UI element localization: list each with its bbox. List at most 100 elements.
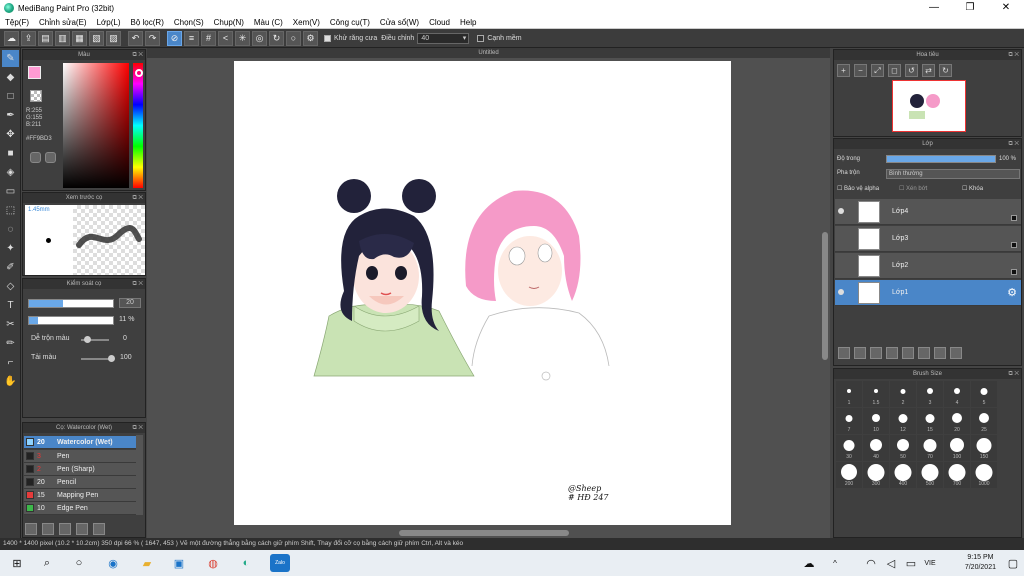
save-icon[interactable]: ▦	[72, 30, 87, 46]
brush-size-cell[interactable]: 1.5	[863, 381, 889, 407]
snap-parallel-icon[interactable]: ≡	[184, 30, 199, 46]
layer-row[interactable]: Lớp2	[835, 253, 1021, 279]
panel-close-icon[interactable]: ⧉ ✕	[132, 50, 143, 60]
menu-layer[interactable]: Lớp(L)	[92, 18, 126, 27]
background-color-swatch[interactable]	[30, 90, 42, 102]
fit-icon[interactable]: ⤢	[871, 64, 884, 77]
brush-size-cell[interactable]: 12	[890, 408, 916, 434]
brush-size-cell[interactable]: 150	[971, 435, 997, 461]
new-file-icon[interactable]: ▤	[38, 30, 53, 46]
redo-icon[interactable]: ↷	[145, 30, 160, 46]
lasso-tool-icon[interactable]: ◌	[2, 221, 19, 238]
brush-size-cell[interactable]: 400	[890, 462, 916, 488]
lock-option[interactable]: ☐ Khóa	[962, 185, 983, 192]
menu-view[interactable]: Xem(V)	[288, 18, 325, 27]
windows-start-icon[interactable]: ⊞	[8, 554, 26, 572]
menu-file[interactable]: Tệp(F)	[0, 18, 34, 27]
actual-size-icon[interactable]: ◻	[888, 64, 901, 77]
panel-close-icon[interactable]: ⧉ ✕	[132, 193, 143, 203]
snap-concentric-icon[interactable]: ◎	[252, 30, 267, 46]
delete-layer-icon[interactable]	[950, 347, 962, 359]
crop-icon[interactable]: ▨	[106, 30, 121, 46]
hue-handle[interactable]	[135, 69, 143, 77]
canvas-tab[interactable]: Untitled	[147, 48, 830, 58]
edge-checkbox[interactable]	[477, 34, 485, 42]
menu-cloud[interactable]: Cloud	[424, 18, 455, 27]
panel-close-icon[interactable]: ⧉ ✕	[132, 423, 143, 433]
file-explorer-icon[interactable]: ▰	[138, 554, 156, 572]
navigator-thumbnail[interactable]	[892, 80, 966, 132]
panel-close-icon[interactable]: ⧉ ✕	[1008, 50, 1019, 60]
canvas-horizontal-scrollbar[interactable]	[399, 530, 569, 536]
close-button[interactable]: ✕	[988, 0, 1024, 16]
brush-size-cell[interactable]: 3	[917, 381, 943, 407]
pen-tool-icon[interactable]: ✒	[2, 107, 19, 124]
eye-icon[interactable]	[838, 289, 844, 295]
snap-circle-icon[interactable]: ○	[286, 30, 301, 46]
menu-select[interactable]: Chọn(S)	[169, 18, 209, 27]
brush-size-cell[interactable]: 10	[863, 408, 889, 434]
language-indicator[interactable]: VIE	[922, 554, 938, 572]
brush-size-cell[interactable]: 100	[944, 435, 970, 461]
move-tool-icon[interactable]: ✥	[2, 126, 19, 143]
menu-color[interactable]: Màu (C)	[249, 18, 288, 27]
brush-size-cell[interactable]: 500	[917, 462, 943, 488]
brush-size-cell[interactable]: 40	[863, 435, 889, 461]
zalo-icon[interactable]: Zalo	[270, 554, 290, 572]
task-view-icon[interactable]: ○	[70, 554, 88, 572]
antialias-toggle[interactable]: Khử răng cưa	[324, 34, 377, 42]
chrome-icon[interactable]: ◍	[204, 554, 222, 572]
menu-snap[interactable]: Chụp(N)	[209, 18, 249, 27]
new-1bit-layer-icon[interactable]	[870, 347, 882, 359]
brush-size-slider[interactable]	[28, 299, 114, 308]
undo-icon[interactable]: ↶	[128, 30, 143, 46]
saturation-value-picker[interactable]	[63, 63, 129, 188]
color-picker-icon[interactable]	[45, 152, 56, 163]
search-icon[interactable]: ⌕	[38, 554, 56, 572]
brush-item[interactable]: 10 Edge Pen	[24, 502, 136, 515]
merge-layer-icon[interactable]	[934, 347, 946, 359]
flip-icon[interactable]: ⇄	[922, 64, 935, 77]
dell-icon[interactable]: ▣	[170, 554, 188, 572]
brush-item[interactable]: 3 Pen	[24, 450, 136, 463]
brush-size-cell[interactable]: 30	[836, 435, 862, 461]
duplicate-layer-icon[interactable]	[918, 347, 930, 359]
divide-tool-icon[interactable]: ✂	[2, 316, 19, 333]
brush-item[interactable]: 15 Mapping Pen	[24, 489, 136, 502]
shape-tool-icon[interactable]: ■	[2, 145, 19, 162]
menu-edit[interactable]: Chỉnh sửa(E)	[34, 18, 92, 27]
menu-filter[interactable]: Bộ lọc(R)	[126, 18, 169, 27]
layer-menu-icon[interactable]	[886, 347, 898, 359]
brush-size-cell[interactable]: 20	[944, 408, 970, 434]
medibang-taskbar-icon[interactable]: ◐	[237, 554, 255, 572]
snap-grid-icon[interactable]: #	[201, 30, 216, 46]
select-tool-icon[interactable]: ⬚	[2, 202, 19, 219]
weather-icon[interactable]: ☁	[800, 554, 818, 572]
maximize-button[interactable]: ❐	[952, 0, 988, 16]
menu-tools[interactable]: Công cụ(T)	[325, 18, 375, 27]
gradient-tool-icon[interactable]: ▭	[2, 183, 19, 200]
text-tool-icon[interactable]: T	[2, 297, 19, 314]
layer-row[interactable]: Lớp1 ⚙	[835, 280, 1021, 306]
brush-size-cell[interactable]: 5	[971, 381, 997, 407]
panel-close-icon[interactable]: ⧉ ✕	[1008, 369, 1019, 379]
add-brush-icon[interactable]	[42, 523, 54, 535]
settings-gear-icon[interactable]: ⚙	[303, 30, 318, 46]
brush-size-cell[interactable]: 700	[944, 462, 970, 488]
tray-expand-icon[interactable]: ^	[826, 554, 844, 572]
eraser-tool-icon[interactable]: ◆	[2, 69, 19, 86]
wifi-icon[interactable]: ◠	[862, 554, 880, 572]
brush-size-cell[interactable]: 1000	[971, 462, 997, 488]
brush-item[interactable]: 20 Watercolor (Wet)	[24, 436, 136, 449]
edge-browser-icon[interactable]: ◉	[104, 554, 122, 572]
minimize-button[interactable]: —	[916, 0, 952, 16]
layer-folder-icon[interactable]	[902, 347, 914, 359]
brush-size-cell[interactable]: 7	[836, 408, 862, 434]
blend-knob[interactable]	[84, 336, 91, 343]
rotate-left-icon[interactable]: ↺	[905, 64, 918, 77]
snap-off-icon[interactable]: ⊘	[167, 30, 182, 46]
zoom-out-icon[interactable]: −	[854, 64, 867, 77]
foreground-color-swatch[interactable]	[28, 66, 41, 79]
edge-toggle[interactable]: Cạnh mềm	[477, 34, 522, 42]
panel-close-icon[interactable]: ⧉ ✕	[132, 279, 143, 289]
